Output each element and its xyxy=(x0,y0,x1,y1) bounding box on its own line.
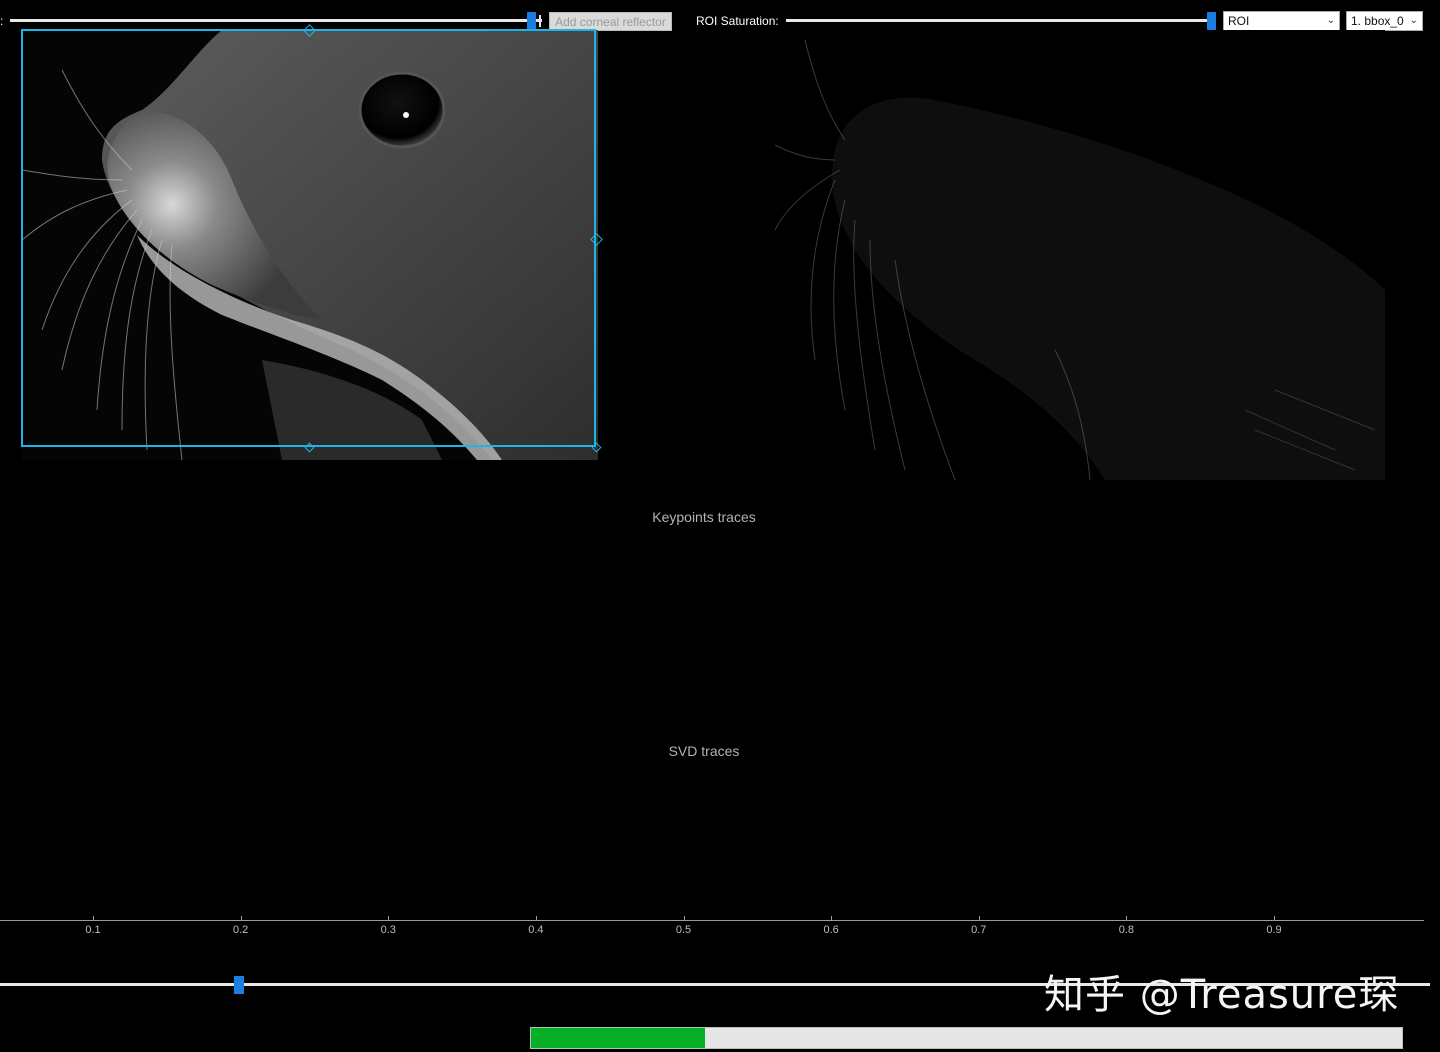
saturation-slider-handle[interactable] xyxy=(527,12,536,30)
axis-tick-label: 0.7 xyxy=(971,924,987,936)
roi-saturation-label: ROI Saturation: xyxy=(696,14,779,28)
axis-tick xyxy=(831,916,833,921)
axis-tick-label: 0.2 xyxy=(232,924,249,936)
axis-tick xyxy=(240,916,242,921)
keypoints-traces-title: Keypoints traces xyxy=(652,509,756,525)
motion-energy-image xyxy=(775,30,1385,480)
saturation-slider-track[interactable] xyxy=(10,19,542,22)
roi-instance-select-value: 1. bbox_0 xyxy=(1351,14,1404,28)
progress-bar-fill xyxy=(531,1028,706,1048)
chevron-down-icon: ⌄ xyxy=(1326,15,1335,26)
frame-slider-handle[interactable] xyxy=(234,976,244,994)
chevron-down-icon: ⌄ xyxy=(1409,15,1418,26)
axis-tick xyxy=(388,916,390,921)
saturation-label-fragment: : xyxy=(0,14,4,28)
axis-tick-label: 0.4 xyxy=(528,924,544,936)
roi-instance-select[interactable]: 1. bbox_0 ⌄ xyxy=(1346,11,1423,31)
roi-processed-view[interactable] xyxy=(775,30,1385,480)
axis-tick-label: 0.9 xyxy=(1266,924,1282,936)
saturation-slider-end xyxy=(539,15,541,27)
axis-tick-label: 0.3 xyxy=(380,924,396,936)
axis-tick-label: 0.5 xyxy=(675,924,692,936)
roi-saturation-slider-handle[interactable] xyxy=(1207,12,1216,30)
roi-type-select-value: ROI xyxy=(1228,14,1250,28)
roi-saturation-slider-track[interactable] xyxy=(786,19,1216,22)
facemap-window: : Add corneal reflector ROI Saturation: … xyxy=(0,0,1440,1052)
axis-tick xyxy=(535,916,537,921)
svd-traces-title: SVD traces xyxy=(668,743,740,759)
roi-bounding-box[interactable] xyxy=(21,29,596,447)
axis-tick-label: 0.6 xyxy=(823,924,839,936)
axis-tick xyxy=(978,916,980,921)
axis-tick xyxy=(1126,916,1128,921)
axis-tick xyxy=(683,916,685,921)
progress-bar xyxy=(530,1027,1403,1049)
axis-tick-label: 0.1 xyxy=(85,924,101,936)
roi-type-select[interactable]: ROI ⌄ xyxy=(1223,11,1340,31)
axis-tick xyxy=(1274,916,1275,921)
time-axis-line xyxy=(0,920,1424,921)
axis-tick xyxy=(93,916,94,921)
axis-tick-label: 0.8 xyxy=(1118,924,1135,936)
watermark-text: 知乎 @Treasure琛 xyxy=(1044,972,1400,1018)
